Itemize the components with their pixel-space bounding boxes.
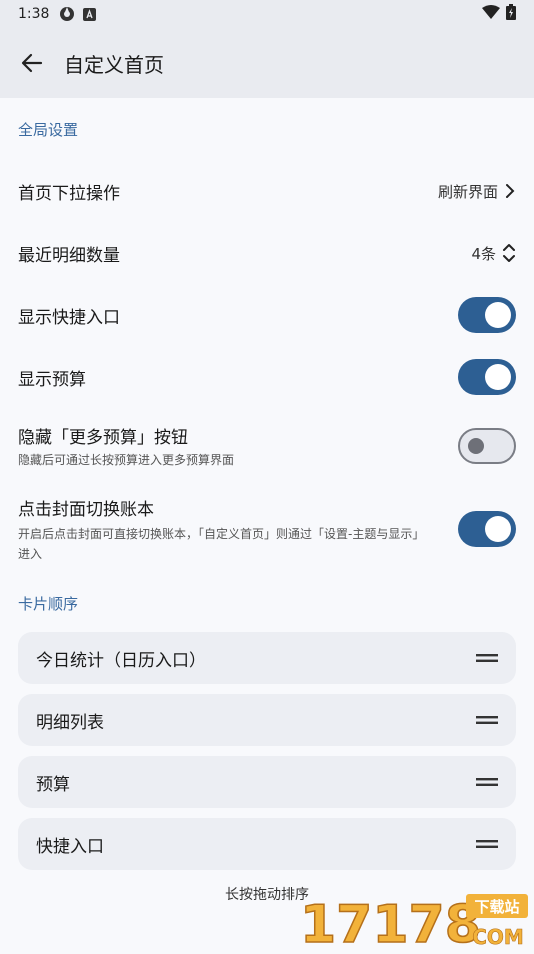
hide-more-budget-toggle[interactable] [458,428,516,464]
toggle-knob [468,438,484,454]
recent-count-row[interactable]: 最近明细数量 4条 [0,222,534,284]
svg-text:COM: COM [472,925,524,949]
card-order-label: 明细列表 [36,712,104,733]
drag-handle-icon[interactable] [476,839,498,849]
hide-more-budget-description: 隐藏后可通过长按预算进入更多预算界面 [18,452,235,467]
battery-icon [506,4,516,24]
wifi-icon [482,5,500,23]
card-order-label: 预算 [36,774,70,795]
chevron-right-icon [506,184,515,198]
toggle-knob [485,516,511,542]
card-order-item[interactable]: 快捷入口 [18,818,516,870]
card-order-label: 快捷入口 [36,836,104,857]
toggle-knob [485,364,511,390]
settings-content: 全局设置 首页下拉操作 刷新界面 最近明细数量 4条 显示快捷入口 显示预算 隐… [0,98,534,904]
toggle-knob [485,302,511,328]
section-title-cards: 卡片顺序 [18,594,79,613]
watermark-logo: 17178 下载站 COM [299,890,530,954]
show-shortcuts-toggle[interactable] [458,297,516,333]
settings-status-icon [59,6,75,22]
pull-down-action-label: 首页下拉操作 [18,183,120,204]
arrow-left-icon [21,53,43,73]
status-time: 1:38 [18,6,50,22]
status-bar: 1:38 [0,0,534,28]
drag-handle-icon[interactable] [476,653,498,663]
recent-count-value: 4条 [471,244,496,263]
hide-more-budget-label: 隐藏「更多预算」按钮 [18,427,188,448]
cover-switch-description: 开启后点击封面可直接切换账本，「自定义首页」则通过「设置-主题与显示」进入 [18,526,425,561]
card-order-item[interactable]: 今日统计（日历入口） [18,632,516,684]
hide-more-budget-row: 隐藏「更多预算」按钮 隐藏后可通过长按预算进入更多预算界面 [0,408,534,484]
page-title: 自定义首页 [64,52,164,77]
show-shortcuts-row: 显示快捷入口 [0,284,534,346]
cover-switch-toggle[interactable] [458,511,516,547]
cover-switch-row: 点击封面切换账本 开启后点击封面可直接切换账本，「自定义首页」则通过「设置-主题… [0,484,534,574]
card-order-item[interactable]: 明细列表 [18,694,516,746]
recent-count-label: 最近明细数量 [18,245,120,266]
back-button[interactable] [0,28,64,98]
card-order-label: 今日统计（日历入口） [36,650,206,671]
svg-text:17178: 17178 [300,895,481,950]
drag-handle-icon[interactable] [476,715,498,725]
section-title-global: 全局设置 [18,120,79,139]
drag-handle-icon[interactable] [476,777,498,787]
pull-down-action-row[interactable]: 首页下拉操作 刷新界面 [0,160,534,222]
app-bar: 自定义首页 [0,28,534,98]
show-budget-toggle[interactable] [458,359,516,395]
show-budget-label: 显示预算 [18,369,86,390]
svg-text:下载站: 下载站 [474,898,519,916]
show-shortcuts-label: 显示快捷入口 [18,307,120,328]
card-order-item[interactable]: 预算 [18,756,516,808]
app-notification-icon [83,7,97,21]
pull-down-action-value: 刷新界面 [437,182,498,201]
show-budget-row: 显示预算 [0,346,534,408]
unfold-icon [503,244,515,262]
cover-switch-label: 点击封面切换账本 [18,499,154,520]
